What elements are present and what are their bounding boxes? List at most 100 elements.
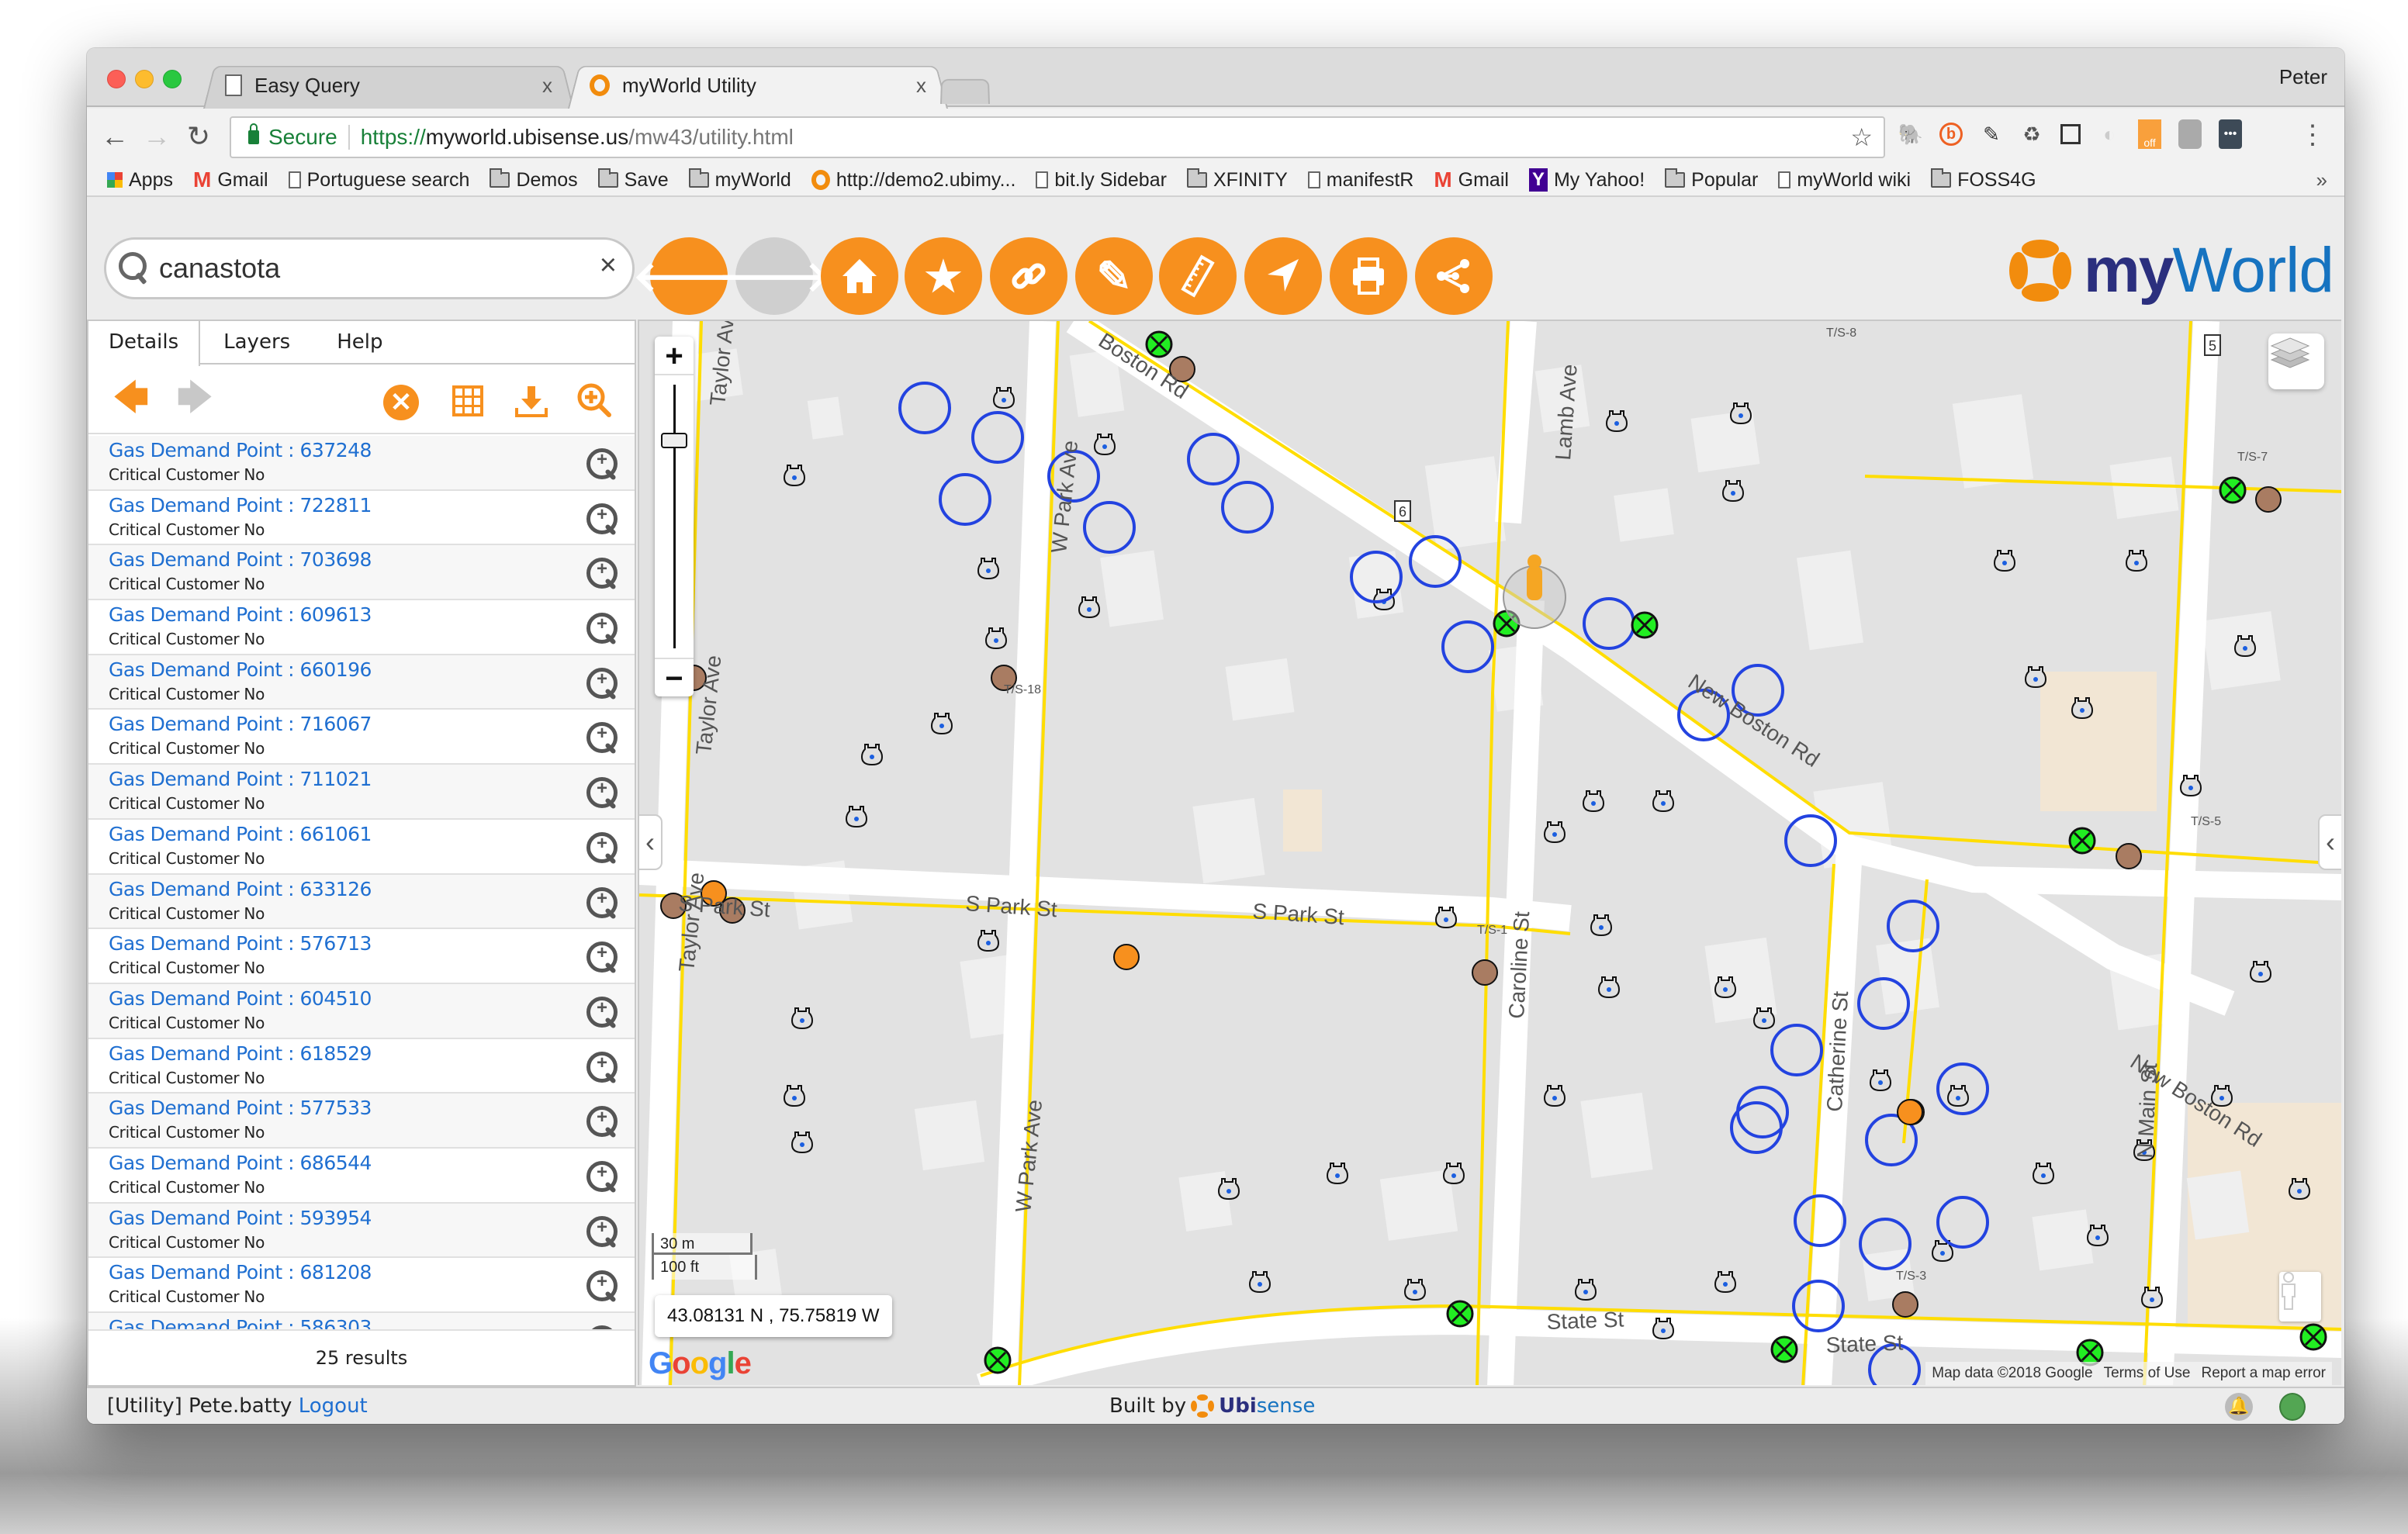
- zoom-out-button[interactable]: −: [655, 658, 694, 696]
- gas-meter-icon[interactable]: [1543, 1085, 1566, 1107]
- bookmark-my-yahoo[interactable]: Y My Yahoo!: [1528, 168, 1645, 192]
- browser-back-icon[interactable]: ←: [99, 119, 130, 154]
- result-row[interactable]: Gas Demand Point : 586303Critical Custom…: [88, 1313, 635, 1331]
- bookmark-foss4g[interactable]: FOSS4G: [1931, 168, 2036, 192]
- result-title[interactable]: Gas Demand Point : 637248: [109, 439, 372, 461]
- expand-right-panel-button[interactable]: ‹: [2318, 814, 2341, 870]
- zoom-to-feature-icon[interactable]: [586, 1160, 618, 1192]
- gas-meter-icon[interactable]: [2032, 1163, 2055, 1185]
- result-title[interactable]: Gas Demand Point : 716067: [109, 713, 372, 735]
- gas-meter-icon[interactable]: [1714, 1271, 1737, 1294]
- recycle-icon[interactable]: ♻: [2020, 119, 2043, 149]
- result-row[interactable]: Gas Demand Point : 609613 Critical Custom…: [88, 600, 635, 655]
- close-tab-icon[interactable]: x: [542, 74, 552, 98]
- gas-meter-icon[interactable]: [1248, 1271, 1271, 1294]
- result-title[interactable]: Gas Demand Point : 660196: [109, 658, 372, 681]
- zoom-to-feature-icon[interactable]: [586, 667, 618, 699]
- bookmark-bitly-sidebar[interactable]: bit.ly Sidebar: [1036, 169, 1167, 192]
- browser-tab-easy-query[interactable]: Easy Query x: [203, 62, 574, 109]
- gas-meter-icon[interactable]: [1217, 1178, 1240, 1201]
- gas-meter-icon[interactable]: [1652, 790, 1675, 813]
- print-button[interactable]: [1330, 237, 1407, 315]
- gas-meter-icon[interactable]: [1597, 976, 1621, 999]
- gas-meter-icon[interactable]: [1403, 1279, 1427, 1301]
- gas-meter-icon[interactable]: [1078, 596, 1101, 619]
- gas-meter-icon[interactable]: [1574, 1279, 1597, 1301]
- gas-meter-icon[interactable]: [1714, 976, 1737, 999]
- gas-meter-icon[interactable]: [977, 930, 1000, 952]
- eyedropper-icon[interactable]: ✎: [1980, 119, 2003, 149]
- result-row[interactable]: Gas Demand Point : 686544 Critical Custom…: [88, 1148, 635, 1204]
- markup-button[interactable]: ✎: [1075, 237, 1153, 315]
- ghost-icon[interactable]: ◐: [2098, 119, 2121, 149]
- result-title[interactable]: Gas Demand Point : 686544: [109, 1152, 372, 1174]
- zoom-to-feature-icon[interactable]: [586, 886, 618, 918]
- screenshot-icon[interactable]: [2060, 124, 2081, 144]
- gas-meter-icon[interactable]: [1582, 790, 1605, 813]
- map-canvas[interactable]: 65Taylor AveTaylor AveTaylor AveW Park A…: [639, 321, 2341, 1385]
- zoom-in-button[interactable]: +: [655, 337, 694, 375]
- url-text[interactable]: https://myworld.ubisense.us/mw43/utility…: [361, 125, 794, 150]
- result-row[interactable]: Gas Demand Point : 661061 Critical Custom…: [88, 819, 635, 875]
- bookmark-save[interactable]: Save: [597, 168, 669, 192]
- tab-help[interactable]: Help: [313, 321, 406, 363]
- result-title[interactable]: Gas Demand Point : 618529: [109, 1042, 372, 1065]
- gas-meter-icon[interactable]: [1652, 1318, 1675, 1340]
- bookmark-apps[interactable]: Apps: [107, 169, 173, 192]
- result-title[interactable]: Gas Demand Point : 703698: [109, 548, 372, 571]
- zoom-to-feature-icon[interactable]: [586, 503, 618, 534]
- zoom-slider-track[interactable]: [673, 385, 676, 648]
- gas-meter-icon[interactable]: [992, 387, 1015, 409]
- zoom-to-feature-icon[interactable]: [586, 613, 618, 644]
- gas-meter-icon[interactable]: [1543, 821, 1566, 844]
- gas-meter-icon[interactable]: [860, 744, 884, 766]
- gas-meter-icon[interactable]: [2071, 697, 2094, 720]
- browser-tab-myworld-utility[interactable]: myWorld Utility x: [568, 62, 948, 109]
- zoom-to-feature-icon[interactable]: [586, 996, 618, 1028]
- gas-meter-icon[interactable]: [1752, 1007, 1776, 1030]
- result-row[interactable]: Gas Demand Point : 711021 Critical Custom…: [88, 765, 635, 820]
- bookmark-myworld[interactable]: myWorld: [688, 168, 791, 192]
- close-tab-icon[interactable]: x: [916, 74, 926, 98]
- tab-layers[interactable]: Layers: [200, 321, 313, 363]
- notifications-bell-icon[interactable]: 🔔: [2225, 1393, 2253, 1421]
- gas-meter-icon[interactable]: [1729, 403, 1752, 425]
- street-view-button[interactable]: [2279, 1272, 2321, 1322]
- zoom-to-all-button[interactable]: [576, 382, 614, 420]
- zoom-to-feature-icon[interactable]: [586, 1215, 618, 1247]
- result-title[interactable]: Gas Demand Point : 661061: [109, 823, 372, 845]
- result-row[interactable]: Gas Demand Point : 716067 Critical Custom…: [88, 710, 635, 765]
- gas-meter-icon[interactable]: [2125, 550, 2148, 572]
- zoom-to-feature-icon[interactable]: [586, 1051, 618, 1083]
- result-row[interactable]: Gas Demand Point : 576713 Critical Custom…: [88, 929, 635, 984]
- bookmark-manifestr[interactable]: manifestR: [1307, 169, 1413, 192]
- gas-meter-icon[interactable]: [791, 1131, 814, 1154]
- bookmarks-overflow-button[interactable]: »: [2316, 168, 2327, 192]
- tab-details[interactable]: Details: [88, 321, 201, 366]
- zoom-to-feature-icon[interactable]: [586, 722, 618, 754]
- gas-meter-icon[interactable]: [2024, 666, 2047, 689]
- result-row[interactable]: Gas Demand Point : 604510 Critical Custom…: [88, 983, 635, 1039]
- result-title[interactable]: Gas Demand Point : 577533: [109, 1097, 372, 1119]
- zoom-slider-handle[interactable]: [661, 433, 687, 448]
- result-row[interactable]: Gas Demand Point : 681208 Critical Custom…: [88, 1258, 635, 1313]
- minimize-window-button[interactable]: [135, 70, 154, 88]
- gas-meter-icon[interactable]: [1093, 434, 1116, 456]
- bookmarks-button[interactable]: ★: [905, 237, 982, 315]
- result-row[interactable]: Gas Demand Point : 577533 Critical Custom…: [88, 1093, 635, 1149]
- map-view[interactable]: 6 5 Taylor Ave Taylor Ave Taylor Ave W Park A…: [638, 320, 2341, 1385]
- evernote-icon[interactable]: 🐘: [1898, 119, 1923, 149]
- home-button[interactable]: [821, 237, 898, 315]
- maximize-window-button[interactable]: [163, 70, 182, 88]
- gas-meter-icon[interactable]: [2249, 961, 2272, 983]
- share-button[interactable]: [1415, 237, 1493, 315]
- bookmark-myworld-wiki[interactable]: myWorld wiki: [1778, 169, 1911, 192]
- reload-icon[interactable]: ↻: [183, 119, 214, 154]
- new-tab-button[interactable]: [940, 78, 990, 104]
- gps-button[interactable]: [1244, 237, 1322, 315]
- gas-meter-icon[interactable]: [2288, 1178, 2311, 1201]
- terms-of-use-link[interactable]: Terms of Use: [2104, 1365, 2191, 1382]
- gas-meter-icon[interactable]: [984, 627, 1008, 650]
- result-title[interactable]: Gas Demand Point : 722811: [109, 494, 372, 517]
- result-title[interactable]: Gas Demand Point : 681208: [109, 1261, 372, 1284]
